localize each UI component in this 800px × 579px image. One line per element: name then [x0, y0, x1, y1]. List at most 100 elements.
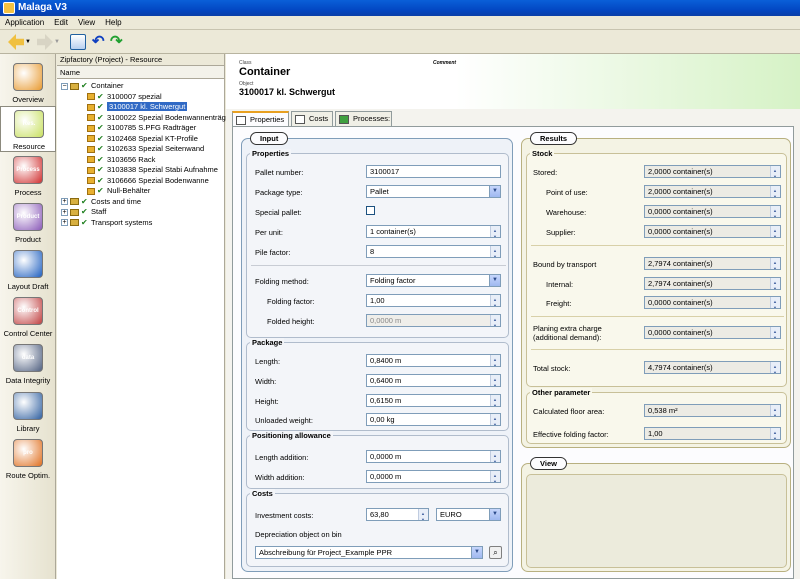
tree-node[interactable]: ✔ 3100785 S.PFG Radträger — [57, 123, 224, 134]
tab-costs[interactable]: Costs — [291, 111, 333, 127]
tree-node[interactable]: ✔ 3103656 Rack — [57, 155, 224, 166]
nav-item-overview[interactable]: Overview — [0, 60, 56, 106]
spinner-icon[interactable] — [490, 375, 500, 386]
spinner-icon[interactable] — [770, 166, 780, 177]
freight-field[interactable]: 0,0000 container(s) — [644, 296, 781, 309]
point-of-use-field[interactable]: 2,0000 container(s) — [644, 185, 781, 198]
tree-node-label: 3100022 Spezial Bodenwannenträg — [107, 112, 226, 122]
nav-item-route-optim[interactable]: pro Route Optim. — [0, 436, 56, 482]
menu-view[interactable]: View — [73, 16, 100, 30]
redo-icon[interactable]: ↷ — [110, 34, 126, 50]
supplier-field[interactable]: 0,0000 container(s) — [644, 225, 781, 238]
nav-item-process[interactable]: Process Process — [0, 153, 56, 199]
tree-node[interactable]: − ✔ Container — [57, 81, 224, 92]
tree-node[interactable]: ✔ 3100007 spezial — [57, 92, 224, 103]
length-field[interactable]: 0,8400 m — [366, 354, 501, 367]
floor-area-field[interactable]: 0,538 m² — [644, 404, 781, 417]
spinner-icon[interactable] — [490, 471, 500, 482]
menu-application[interactable]: Application — [0, 16, 49, 30]
tree-node[interactable]: ✔ 3100022 Spezial Bodenwannenträg — [57, 112, 226, 124]
tree-node[interactable]: ✔ 3100017 kl. Schwergut — [57, 102, 224, 113]
chevron-down-icon[interactable]: ▼ — [489, 275, 500, 286]
expand-icon[interactable]: + — [61, 208, 68, 216]
per-unit-field[interactable]: 1 container(s) — [366, 225, 501, 238]
expand-icon[interactable]: + — [61, 219, 68, 227]
spinner-icon[interactable] — [490, 355, 500, 366]
spinner-icon[interactable] — [770, 226, 780, 237]
spinner-icon[interactable] — [490, 246, 500, 257]
save-check-icon[interactable] — [70, 34, 86, 50]
currency-select[interactable]: EURO ▼ — [436, 508, 501, 521]
special-pallet-checkbox[interactable] — [366, 206, 375, 215]
tree-node[interactable]: + ✔ Costs and time — [57, 197, 224, 208]
menu-help[interactable]: Help — [100, 16, 126, 30]
width-addition-field[interactable]: 0,0000 m — [366, 470, 501, 483]
pallet-number-field[interactable]: 3100017 — [366, 165, 501, 178]
bound-by-transport-field[interactable]: 2,7974 container(s) — [644, 257, 781, 270]
tree-node[interactable]: + ✔ Staff — [57, 207, 224, 218]
width-field[interactable]: 0,6400 m — [366, 374, 501, 387]
tree-node[interactable]: ✔ Null-Behälter — [57, 186, 224, 197]
spinner-icon[interactable] — [770, 297, 780, 308]
spinner-icon[interactable] — [770, 186, 780, 197]
tree-node[interactable]: ✔ 3102468 Spezial KT-Profile — [57, 134, 224, 145]
unloaded-weight-field[interactable]: 0,00 kg — [366, 413, 501, 426]
spinner-icon[interactable] — [770, 428, 780, 439]
planing-extra-field[interactable]: 0,0000 container(s) — [644, 326, 781, 339]
nav-item-control-center[interactable]: Control Center Control Center — [0, 294, 56, 340]
expand-icon[interactable]: + — [61, 198, 68, 206]
spinner-icon[interactable] — [770, 327, 780, 338]
view-canvas[interactable] — [526, 474, 787, 568]
effective-folding-field[interactable]: 1,00 — [644, 427, 781, 440]
forward-arrow-icon[interactable] — [37, 34, 53, 50]
folding-factor-field[interactable]: 1,00 — [366, 294, 501, 307]
tree-node-label: 3106666 Spezial Bodenwanne — [107, 175, 209, 185]
spinner-icon[interactable] — [770, 278, 780, 289]
chevron-down-icon[interactable]: ▼ — [489, 509, 500, 520]
nav-item-resource[interactable]: Res. Resource — [0, 106, 56, 152]
tree-node[interactable]: ✔ 3106666 Spezial Bodenwanne — [57, 176, 224, 187]
spinner-icon[interactable] — [490, 395, 500, 406]
tree-node[interactable]: ✔ 3103838 Spezial Stabi Aufnahme — [57, 165, 224, 176]
spinner-icon[interactable] — [490, 295, 500, 306]
package-type-select[interactable]: Pallet ▼ — [366, 185, 501, 198]
nav-item-library[interactable]: Library — [0, 389, 56, 435]
tree-node[interactable]: ✔ 3102633 Spezial Seitenwand — [57, 144, 224, 155]
spinner-icon[interactable] — [490, 451, 500, 462]
height-field[interactable]: 0,6150 m — [366, 394, 501, 407]
investment-costs-field[interactable]: 63,80 — [366, 508, 429, 521]
floor-area-label: Calculated floor area: — [533, 407, 605, 416]
forward-dropdown-icon[interactable]: ▼ — [54, 34, 62, 50]
nav-item-data-integrity[interactable]: data quality Data Integrity — [0, 341, 56, 387]
view-group: View — [521, 457, 791, 572]
tree-column-header[interactable]: Name — [57, 66, 224, 79]
collapse-icon[interactable]: − — [61, 82, 68, 90]
spinner-icon[interactable] — [490, 226, 500, 237]
nav-item-layout-draft[interactable]: Layout Draft — [0, 247, 56, 293]
folding-method-select[interactable]: Folding factor ▼ — [366, 274, 501, 287]
back-dropdown-icon[interactable]: ▼ — [25, 34, 33, 50]
depreciation-select[interactable]: Abschreibung für Project_Example PPR ▼ — [255, 546, 483, 559]
length-addition-field[interactable]: 0,0000 m — [366, 450, 501, 463]
spinner-icon[interactable] — [770, 258, 780, 269]
depreciation-lookup-button[interactable]: ⌕ — [489, 546, 502, 559]
tree-node[interactable]: + ✔ Transport systems — [57, 218, 224, 229]
warehouse-field[interactable]: 0,0000 container(s) — [644, 205, 781, 218]
spinner-icon[interactable] — [490, 414, 500, 425]
nav-item-product[interactable]: Product Product — [0, 200, 56, 246]
spinner-icon[interactable] — [770, 362, 780, 373]
detail-pane: Class Container Object 3100017 kl. Schwe… — [226, 54, 800, 579]
back-arrow-icon[interactable] — [8, 34, 24, 50]
total-stock-field[interactable]: 4,7974 container(s) — [644, 361, 781, 374]
pile-factor-field[interactable]: 8 — [366, 245, 501, 258]
menu-edit[interactable]: Edit — [49, 16, 73, 30]
internal-field[interactable]: 2,7974 container(s) — [644, 277, 781, 290]
tab-processes[interactable]: Processes: — [335, 111, 392, 127]
chevron-down-icon[interactable]: ▼ — [471, 547, 482, 558]
undo-icon[interactable]: ↶ — [92, 34, 108, 50]
stored-field[interactable]: 2,0000 container(s) — [644, 165, 781, 178]
chevron-down-icon[interactable]: ▼ — [489, 186, 500, 197]
spinner-icon[interactable] — [770, 405, 780, 416]
spinner-icon[interactable] — [770, 206, 780, 217]
spinner-icon[interactable] — [418, 509, 428, 520]
